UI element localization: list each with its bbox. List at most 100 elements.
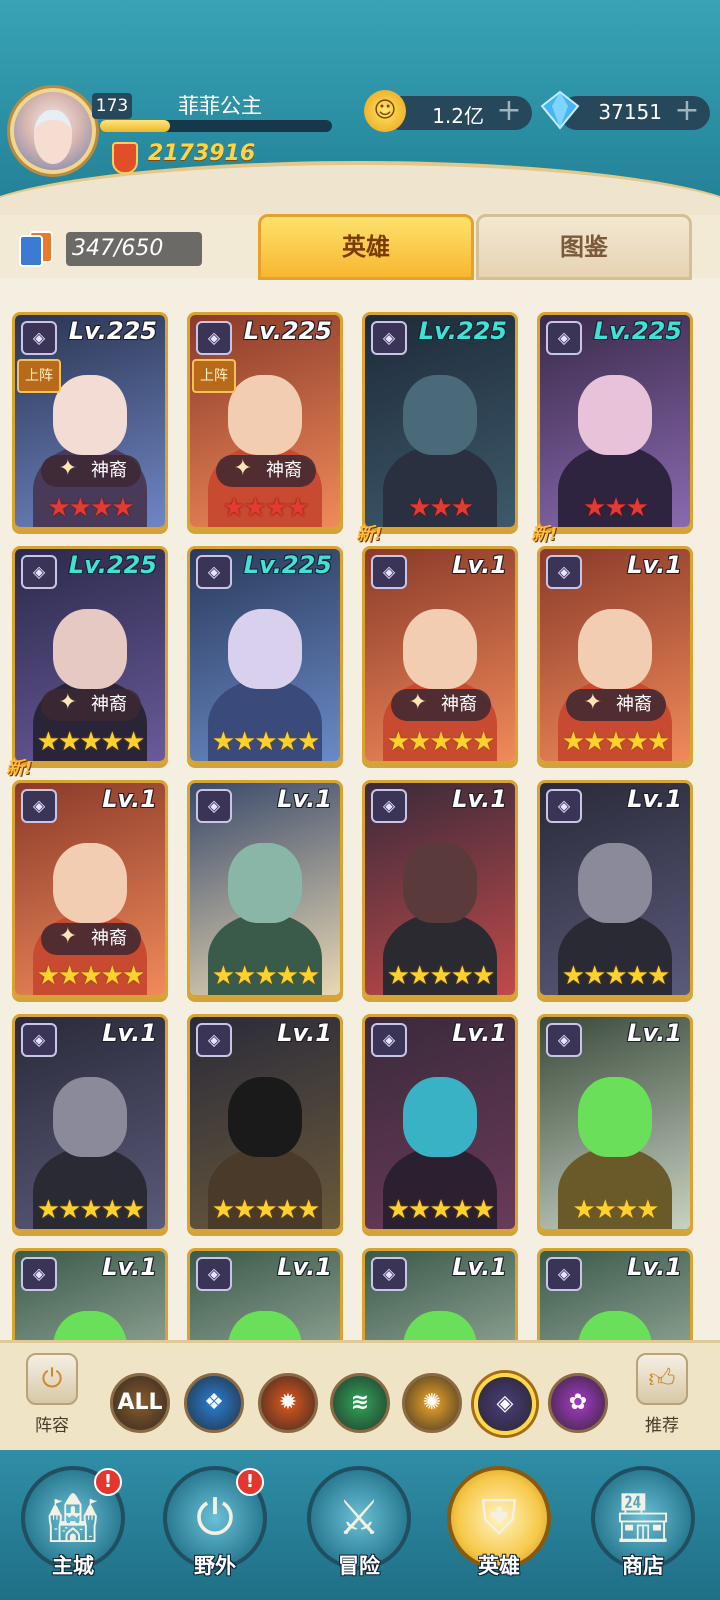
hero-level: Lv.1 (277, 785, 332, 813)
filter-light-button[interactable]: ✺ (402, 1373, 462, 1433)
hero-card[interactable]: ◈ Lv.1 ★★★★★ (362, 1014, 518, 1232)
player-avatar[interactable] (10, 88, 96, 174)
tab-codex[interactable]: 图鉴 (476, 214, 692, 280)
hero-card[interactable]: ◈ Lv.225 神裔 ★★★★★ (12, 546, 168, 764)
filter-wind-button[interactable]: ≋ (330, 1373, 390, 1433)
hero-card[interactable]: ◈ Lv.1 (537, 1248, 693, 1340)
divine-tag: 神裔 (566, 687, 666, 721)
hero-card[interactable]: ◈ Lv.1 (12, 1248, 168, 1340)
hero-level: Lv.1 (102, 1253, 157, 1281)
lineup-icon: ⏻ (26, 1353, 78, 1405)
hero-head (403, 1311, 477, 1340)
nav-heroes-button[interactable]: ⛨ 英雄 (440, 1466, 558, 1596)
gold-value: 1.2亿 (432, 104, 484, 128)
top-header: 173 菲菲公主 2173916 1.2亿 + ☺ 37151 + (0, 0, 720, 215)
hero-head (53, 1077, 127, 1157)
hero-level: Lv.225 (68, 317, 157, 345)
hero-card[interactable]: ◈ Lv.1 ★★★★ (537, 1014, 693, 1232)
bottom-nav: 🏰︎ 主城! ⏻ 野外! ⚔ 冒险 ⛨ 英雄 🏪︎ 商店 (0, 1450, 720, 1600)
faction-icon: ◈ (21, 555, 57, 589)
hero-card[interactable]: ◈ Lv.225 ★★★★★ (187, 546, 343, 764)
nav-wild-button[interactable]: ⏻ 野外! (156, 1466, 274, 1596)
faction-icon: ◈ (196, 555, 232, 589)
star-rating: ★★★★★ (36, 961, 146, 991)
hero-card[interactable]: ◈ Lv.225上阵神裔 ★★★★ (187, 312, 343, 530)
hero-level: Lv.1 (102, 1019, 157, 1047)
hero-card[interactable]: ◈ Lv.1 ★★★★★ (12, 1014, 168, 1232)
filter-dark-button[interactable]: ◈ (474, 1373, 536, 1435)
notification-badge: ! (236, 1468, 264, 1496)
faction-icon: ◈ (196, 321, 232, 355)
lineup-button[interactable]: ⏻ 阵容 (22, 1353, 82, 1443)
new-badge: 新! (6, 758, 33, 779)
diamond-counter: 37151 + (560, 96, 710, 130)
gold-coin-icon: ☺ (364, 90, 406, 132)
recommend-label: 推荐 (645, 1416, 679, 1436)
faction-icon: ◈ (371, 789, 407, 823)
hero-card[interactable]: ◈ Lv.1 神裔 ★★★★★ (537, 546, 693, 764)
exp-bar-fill (100, 120, 170, 132)
star-rating: ★★★★★ (36, 727, 146, 757)
gold-add-button[interactable]: + (494, 96, 524, 127)
hero-head (403, 843, 477, 923)
hero-card[interactable]: ◈ Lv.1 ★★★★★ (187, 1014, 343, 1232)
hero-level: Lv.1 (452, 551, 507, 579)
hero-head (228, 1077, 302, 1157)
hero-card[interactable]: ◈ Lv.1 ★★★★★ (187, 780, 343, 998)
hero-card[interactable]: ◈ Lv.1 神裔 ★★★★★ (362, 546, 518, 764)
diamond-icon (540, 90, 580, 130)
faction-icon: ◈ (546, 555, 582, 589)
hero-level: Lv.1 (627, 1019, 682, 1047)
hero-card[interactable]: ◈ Lv.1 (362, 1248, 518, 1340)
star-rating: ★★★★★ (211, 1195, 321, 1225)
hero-level: Lv.225 (243, 317, 332, 345)
hero-card[interactable]: ◈ Lv.1 ★★★★★ (362, 780, 518, 998)
hero-card[interactable]: ◈ Lv.225上阵神裔 ★★★★ (12, 312, 168, 530)
hero-head (578, 1077, 652, 1157)
hero-head (403, 1077, 477, 1157)
filter-all-button[interactable]: ALL (110, 1373, 170, 1433)
nav-main-city-button[interactable]: 🏰︎ 主城! (14, 1466, 132, 1596)
filter-fire-button[interactable]: ✹ (258, 1373, 318, 1433)
player-name: 菲菲公主 (178, 94, 262, 118)
avatar-face (34, 110, 72, 164)
faction-icon: ◈ (546, 1257, 582, 1291)
hero-card[interactable]: ◈ Lv.225 ★★★ (362, 312, 518, 530)
nav-shop-button[interactable]: 🏪︎ 商店 (584, 1466, 702, 1596)
diamond-add-button[interactable]: + (672, 96, 702, 127)
tab-heroes[interactable]: 英雄 (258, 214, 474, 280)
hero-card[interactable]: ◈ Lv.1 神裔 ★★★★★ (12, 780, 168, 998)
divine-tag: 神裔 (41, 921, 141, 955)
hero-level: Lv.1 (627, 785, 682, 813)
hero-level: Lv.1 (102, 785, 157, 813)
nav-label: 商店 (622, 1554, 664, 1578)
faction-icon: ◈ (371, 1023, 407, 1057)
star-rating: ★★★★★ (211, 727, 321, 757)
nav-adventure-button[interactable]: ⚔ 冒险 (300, 1466, 418, 1596)
hero-level: Lv.1 (452, 1019, 507, 1047)
filter-water-button[interactable]: ❖ (184, 1373, 244, 1433)
filter-arcane-button[interactable]: ✿ (548, 1373, 608, 1433)
hero-level: Lv.1 (627, 1253, 682, 1281)
hero-card[interactable]: ◈ Lv.1 ★★★★★ (537, 780, 693, 998)
hero-card[interactable]: ◈ Lv.225 ★★★ (537, 312, 693, 530)
hero-head (53, 375, 127, 455)
hero-head (578, 609, 652, 689)
star-rating: ★★★★★ (386, 1195, 496, 1225)
combat-power: 2173916 (148, 141, 256, 166)
star-rating: ★★★★★ (386, 727, 496, 757)
divine-tag: 神裔 (391, 687, 491, 721)
diamond-value: 37151 (598, 100, 662, 124)
faction-icon: ◈ (371, 555, 407, 589)
hero-card[interactable]: ◈ Lv.1 (187, 1248, 343, 1340)
star-rating: ★★★★★ (36, 1195, 146, 1225)
power-icon (112, 142, 138, 174)
faction-icon: ◈ (21, 321, 57, 355)
faction-icon: ◈ (371, 321, 407, 355)
hero-level: Lv.1 (452, 1253, 507, 1281)
faction-icon: ◈ (546, 789, 582, 823)
faction-icon: ◈ (371, 1257, 407, 1291)
recommend-button[interactable]: 👍︎ 推荐 (632, 1353, 692, 1443)
star-rating: ★★★ (408, 493, 474, 523)
hero-level: Lv.1 (627, 551, 682, 579)
